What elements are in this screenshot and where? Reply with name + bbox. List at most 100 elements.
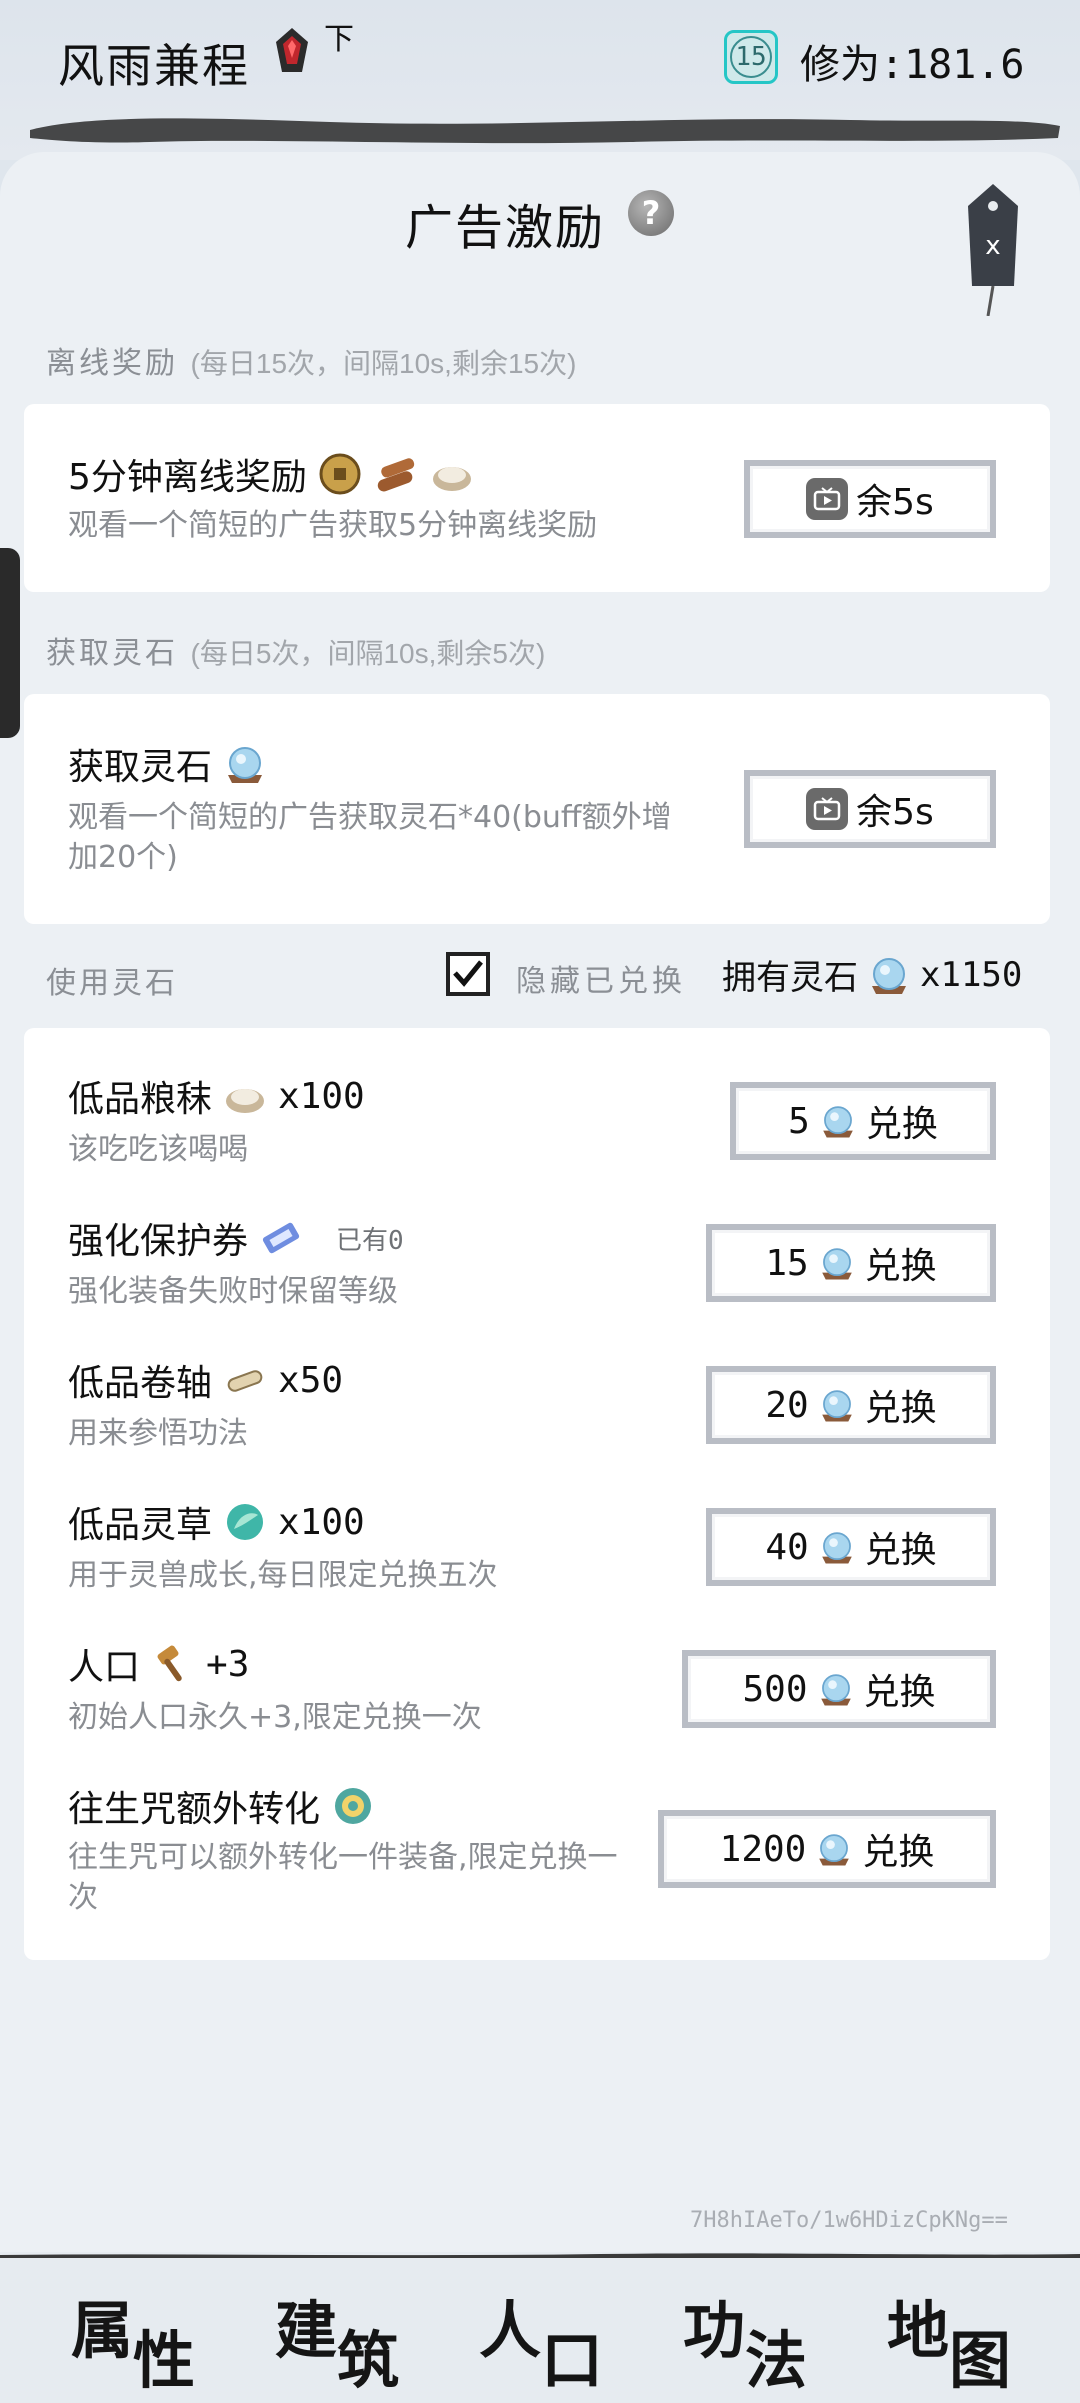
nav-map-char1: 地	[886, 2294, 949, 2367]
exchange-item-qty: +3	[206, 1643, 250, 1685]
spirit-stone-icon	[821, 1532, 852, 1564]
tv-icon	[806, 788, 849, 830]
side-drawer-tab[interactable]	[0, 548, 20, 738]
nav-ink-line	[0, 2253, 1080, 2258]
exchange-action: 兑换	[864, 1530, 937, 1571]
spirit-stone-icon	[820, 1674, 851, 1706]
exchange-list-card: 低品粮秣 x100 该吃吃该喝喝 5 兑换 强化保护券 已有0 强化装备失败时保…	[24, 1028, 1050, 1960]
exchange-button[interactable]: 500 兑换	[682, 1650, 996, 1728]
exchange-item-desc: 用来参悟功法	[68, 1416, 248, 1451]
exchange-cost: 40	[765, 1526, 809, 1568]
exchange-button[interactable]: 15 兑换	[706, 1224, 996, 1302]
exchange-item-desc: 该吃吃该喝喝	[68, 1132, 248, 1167]
nav-attributes-char1: 属	[70, 2294, 133, 2367]
help-icon[interactable]: ?	[628, 190, 674, 236]
offline-reward-title: 5分钟离线奖励	[68, 457, 307, 498]
exchange-item-title: 低品粮秣	[68, 1079, 213, 1120]
hide-redeemed-checkbox[interactable]	[446, 952, 490, 996]
exchange-item-desc: 初始人口永久+3,限定兑换一次	[68, 1700, 482, 1735]
exchange-action: 兑换	[865, 1104, 938, 1145]
ink-divider	[30, 118, 1060, 144]
exchange-item-title-row: 人口 +3	[68, 1638, 249, 1690]
nav-attributes[interactable]: 属性	[48, 2280, 218, 2397]
exchange-cost: 15	[765, 1242, 809, 1284]
ticket-icon	[262, 1222, 300, 1254]
offline-reward-card: 5分钟离线奖励 观看一个简短的广告获取5分钟离线奖励 余5s	[24, 404, 1050, 592]
stone-reward-title: 获取灵石	[68, 747, 213, 788]
stone-reward-desc: 观看一个简短的广告获取灵石*40(buff额外增 加20个)	[68, 798, 748, 878]
exchange-cost: 1200	[719, 1828, 807, 1870]
exchange-button[interactable]: 20 兑换	[706, 1366, 996, 1444]
exchange-item-desc: 用于灵兽成长,每日限定兑换五次	[68, 1558, 498, 1593]
stone-section-title: 获取灵石	[46, 636, 178, 671]
exchange-item-title-row: 低品粮秣 x100	[68, 1070, 365, 1122]
nav-population[interactable]: 人口	[456, 2280, 626, 2397]
close-label: x	[985, 231, 1000, 261]
wood-icon	[377, 458, 415, 492]
player-name: 风雨兼程	[58, 39, 250, 93]
tv-icon	[806, 478, 849, 520]
coin-icon	[319, 453, 361, 495]
exchange-item-owned: 已有0	[336, 1225, 404, 1256]
cultivation-value: 修为:181.6	[800, 42, 1025, 88]
exchange-action: 兑换	[862, 1832, 935, 1873]
exchange-item-title: 低品卷轴	[68, 1363, 213, 1404]
scroll-icon	[227, 1370, 263, 1392]
exchange-item-qty: x50	[278, 1359, 344, 1401]
stone-reward-watch-button[interactable]: 余5s	[744, 770, 996, 848]
nav-attributes-char2: 性	[133, 2324, 196, 2397]
stone-reward-card: 获取灵石 观看一个简短的广告获取灵石*40(buff额外增 加20个) 余5s	[24, 694, 1050, 924]
exchange-item-qty: x100	[278, 1501, 365, 1543]
nav-skills-char1: 功	[682, 2294, 745, 2367]
offline-section-label: 离线奖励 (每日15次，间隔10s,剩余15次)	[46, 338, 576, 382]
herb-icon	[227, 1504, 264, 1540]
talisman-icon	[335, 1788, 372, 1824]
offline-reward-desc: 观看一个简短的广告获取5分钟离线奖励	[68, 508, 598, 543]
nav-buildings[interactable]: 建筑	[252, 2280, 422, 2397]
spirit-stone-icon	[872, 957, 906, 994]
stone-reward-desc-line2: 加20个)	[68, 840, 178, 875]
nav-skills[interactable]: 功法	[660, 2280, 830, 2397]
spirit-stone-icon	[821, 1248, 852, 1280]
owned-stones-value: x1150	[920, 954, 1023, 995]
nav-map[interactable]: 地图	[864, 2280, 1034, 2397]
offline-reward-watch-button[interactable]: 余5s	[744, 460, 996, 538]
exchange-cost: 5	[788, 1100, 810, 1142]
realm-sub-rank: 下	[324, 22, 354, 57]
use-section-label: 使用灵石	[46, 966, 178, 1001]
nav-population-char2: 口	[541, 2324, 604, 2397]
offline-section-title: 离线奖励	[46, 346, 178, 381]
spirit-stone-icon	[228, 747, 263, 783]
close-tag-icon[interactable]: x	[948, 166, 1038, 316]
offline-reward-title-row: 5分钟离线奖励	[68, 448, 475, 500]
exchange-action: 兑换	[864, 1246, 937, 1287]
exchange-button[interactable]: 5 兑换	[730, 1082, 996, 1160]
exchange-action: 兑换	[864, 1388, 937, 1429]
grain-icon	[432, 467, 471, 491]
stone-section-label: 获取灵石 (每日5次，间隔10s,剩余5次)	[46, 628, 545, 672]
grain-icon	[226, 1089, 265, 1113]
exchange-item-desc-line1: 往生咒可以额外转化一件装备,限定兑换一	[68, 1840, 618, 1875]
exchange-item-qty: x100	[278, 1075, 365, 1117]
stone-section-note: (每日5次，间隔10s,剩余5次)	[190, 638, 546, 669]
exchange-item-title: 往生咒额外转化	[68, 1789, 321, 1830]
offline-section-note: (每日15次，间隔10s,剩余15次)	[190, 348, 577, 379]
level-badge[interactable]: 15	[724, 30, 778, 84]
spirit-stone-icon	[819, 1834, 850, 1866]
owned-stones-label: 拥有灵石	[722, 958, 858, 998]
bottom-nav: 属性 建筑 人口 功法 地图	[0, 2252, 1080, 2403]
owned-stones: 拥有灵石 x1150	[722, 950, 1022, 999]
exchange-button[interactable]: 1200 兑换	[658, 1810, 996, 1888]
nav-buildings-char1: 建	[274, 2294, 337, 2367]
exchange-item-desc-line2: 次	[68, 1880, 98, 1915]
exchange-button[interactable]: 40 兑换	[706, 1508, 996, 1586]
nav-population-char1: 人	[478, 2294, 541, 2367]
level-value: 15	[730, 36, 772, 78]
hide-redeemed-label[interactable]: 隐藏已兑换	[516, 956, 686, 1000]
exchange-item-desc: 强化装备失败时保留等级	[68, 1274, 398, 1309]
nav-map-char2: 图	[949, 2324, 1012, 2397]
hammer-icon	[157, 1645, 182, 1682]
exchange-item-title: 人口	[68, 1647, 141, 1688]
top-bar: 风雨兼程 下 15 修为:181.6	[0, 0, 1080, 160]
exchange-action: 兑换	[863, 1672, 936, 1713]
